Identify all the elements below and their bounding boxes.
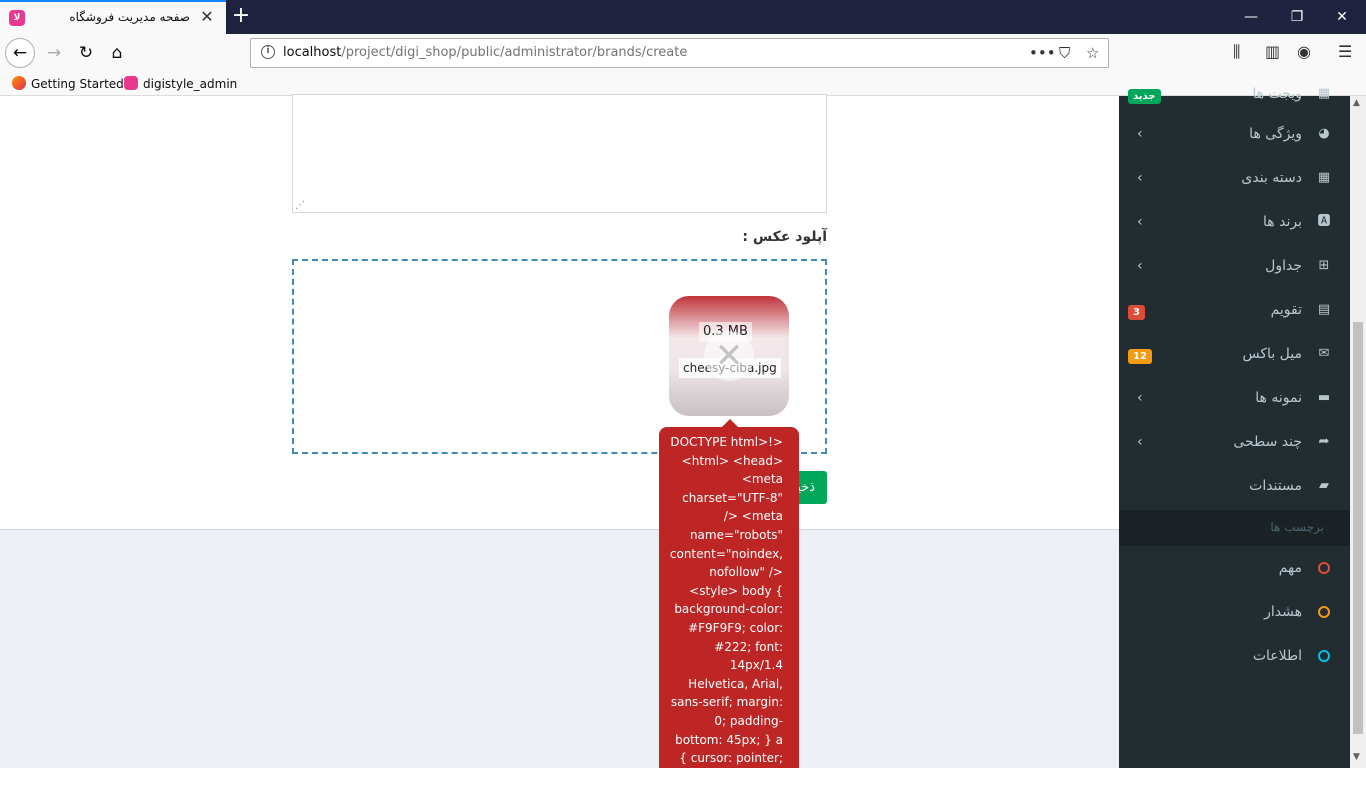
scroll-down-icon[interactable]: ▼ [1353, 752, 1360, 762]
chevron-left-icon: ‹ [1137, 258, 1143, 274]
bookmark-star-icon[interactable]: ☆ [1086, 44, 1099, 62]
chevron-left-icon: ‹ [1137, 170, 1143, 186]
browser-nav-bar: ← → ↻ ⌂ i localhost/project/digi_shop/pu… [0, 34, 1366, 72]
upload-label: آپلود عکس : [742, 229, 827, 245]
sidebar-item-features[interactable]: ویژگی ها ◕ ‹ [1119, 114, 1350, 158]
share-icon: ➦ [1318, 434, 1330, 449]
reload-icon[interactable]: ↻ [72, 39, 100, 67]
sidebar-section-header: برچسب ها [1119, 510, 1350, 546]
mailbox-count-badge: 12 [1128, 349, 1152, 364]
sidebar-scrollbar[interactable]: ▲ ▼ [1350, 96, 1366, 768]
calendar-icon: ▤ [1317, 302, 1331, 317]
site-info-icon[interactable]: i [261, 45, 275, 59]
menu-icon[interactable]: ☰ [1338, 42, 1352, 61]
sidebar-item-label: دسته بندی [1241, 170, 1302, 186]
book-icon: ▰ [1319, 478, 1329, 493]
font-icon: 🅰 [1317, 214, 1331, 229]
digistyle-icon [124, 76, 138, 90]
circle-icon [1318, 562, 1330, 574]
calendar-count-badge: 3 [1128, 305, 1145, 320]
browser-tab[interactable]: لا صفحه مدیریت فروشگاه ✕ [0, 0, 226, 34]
sidebar-item-tables[interactable]: جداول ⊞ ‹ [1119, 246, 1350, 290]
error-tooltip: <!DOCTYPE html> <html> <head> <meta char… [659, 419, 799, 802]
sidebar-item-label: اطلاعات [1252, 648, 1302, 664]
sidebar-item-widgets[interactable]: ویجت ها ▦ جدید [1119, 74, 1350, 118]
file-preview[interactable]: 0.3 MB cheesy-ciba.jpg ✕ [669, 296, 789, 416]
envelope-icon: ✉ [1318, 346, 1330, 361]
folder-icon: ▬ [1317, 390, 1331, 405]
sidebar-item-label: جداول [1265, 258, 1302, 274]
chevron-left-icon: ‹ [1137, 390, 1143, 406]
error-mark-icon: ✕ [704, 331, 754, 381]
sidebar-label-info[interactable]: اطلاعات [1119, 636, 1350, 680]
sidebar-item-label: هشدار [1264, 604, 1302, 620]
chevron-left-icon: ‹ [1137, 434, 1143, 450]
resize-grip-icon[interactable]: ⋰ [295, 200, 305, 211]
restore-icon[interactable]: ❐ [1275, 2, 1319, 32]
pie-chart-icon: ◕ [1318, 126, 1330, 141]
sidebar-label-important[interactable]: مهم [1119, 548, 1350, 592]
digistyle-favicon-icon: لا [9, 10, 25, 26]
new-tab-icon[interactable]: + [230, 4, 252, 28]
scrollbar-thumb[interactable] [1353, 322, 1363, 734]
account-icon[interactable]: ◉ [1297, 42, 1311, 61]
sidebar-item-categories[interactable]: دسته بندی ▦ ‹ [1119, 158, 1350, 202]
page-actions-icon[interactable]: ••• [1029, 44, 1056, 62]
sidebar-toggle-icon[interactable]: ▥ [1265, 42, 1280, 61]
back-icon[interactable]: ← [5, 38, 35, 68]
sidebar-item-label: نمونه ها [1255, 390, 1302, 406]
sidebar-item-brands[interactable]: برند ها 🅰 ‹ [1119, 202, 1350, 246]
firefox-icon [12, 76, 26, 90]
sidebar-item-mailbox[interactable]: میل باکس ✉ 12 [1119, 334, 1350, 378]
sidebar-item-label: مستندات [1249, 478, 1302, 494]
grid-icon: ▦ [1317, 170, 1331, 185]
chevron-left-icon: ‹ [1137, 214, 1143, 230]
sidebar-item-label: ویژگی ها [1249, 126, 1302, 142]
sidebar-item-label: مهم [1278, 560, 1302, 576]
minimize-icon[interactable]: — [1229, 2, 1273, 32]
sidebar-item-multilevel[interactable]: چند سطحی ➦ ‹ [1119, 422, 1350, 466]
content-footer-area [0, 529, 1119, 768]
sidebar-item-label: چند سطحی [1233, 434, 1302, 450]
new-badge: جدید [1128, 89, 1161, 104]
sidebar-item-examples[interactable]: نمونه ها ▬ ‹ [1119, 378, 1350, 422]
sidebar-item-label: ویجت ها [1252, 86, 1302, 102]
th-icon: ▦ [1317, 86, 1331, 101]
table-icon: ⊞ [1318, 258, 1330, 273]
home-icon[interactable]: ⌂ [103, 39, 131, 67]
bookmark-digistyle-admin[interactable]: digistyle_admin [124, 76, 237, 91]
error-message: <!DOCTYPE html> <html> <head> <meta char… [669, 435, 783, 803]
sidebar-item-label: میل باکس [1242, 346, 1302, 362]
sidebar-item-label: تقویم [1270, 302, 1302, 318]
scroll-up-icon[interactable]: ▲ [1353, 98, 1360, 108]
circle-icon [1318, 606, 1330, 618]
forward-icon[interactable]: → [40, 39, 68, 67]
bookmark-getting-started[interactable]: Getting Started [12, 76, 124, 91]
sidebar-item-documentation[interactable]: مستندات ▰ [1119, 466, 1350, 510]
pocket-icon[interactable]: ⛉ [1059, 44, 1070, 62]
sidebar-item-calendar[interactable]: تقویم ▤ 3 [1119, 290, 1350, 334]
url-text: localhost/project/digi_shop/public/admin… [283, 45, 688, 60]
admin-sidebar: ویجت ها ▦ جدید ویژگی ها ◕ ‹ دسته بندی ▦ … [1119, 86, 1350, 768]
sidebar-item-label: برند ها [1263, 214, 1302, 230]
browser-tab-bar: لا صفحه مدیریت فروشگاه ✕ + — ❐ ✕ [0, 0, 1366, 34]
main-content: ⋰ آپلود عکس : ذخیره 0.3 MB cheesy-ciba.j… [0, 94, 1119, 802]
close-tab-icon[interactable]: ✕ [198, 8, 216, 26]
sidebar-label-warning[interactable]: هشدار [1119, 592, 1350, 636]
chevron-left-icon: ‹ [1137, 126, 1143, 142]
circle-icon [1318, 650, 1330, 662]
tab-title: صفحه مدیریت فروشگاه [69, 10, 190, 24]
close-window-icon[interactable]: ✕ [1320, 2, 1364, 32]
url-bar[interactable]: i localhost/project/digi_shop/public/adm… [250, 38, 1109, 68]
library-icon[interactable]: ⫼ [1233, 42, 1240, 62]
description-textarea[interactable]: ⋰ [292, 94, 827, 213]
